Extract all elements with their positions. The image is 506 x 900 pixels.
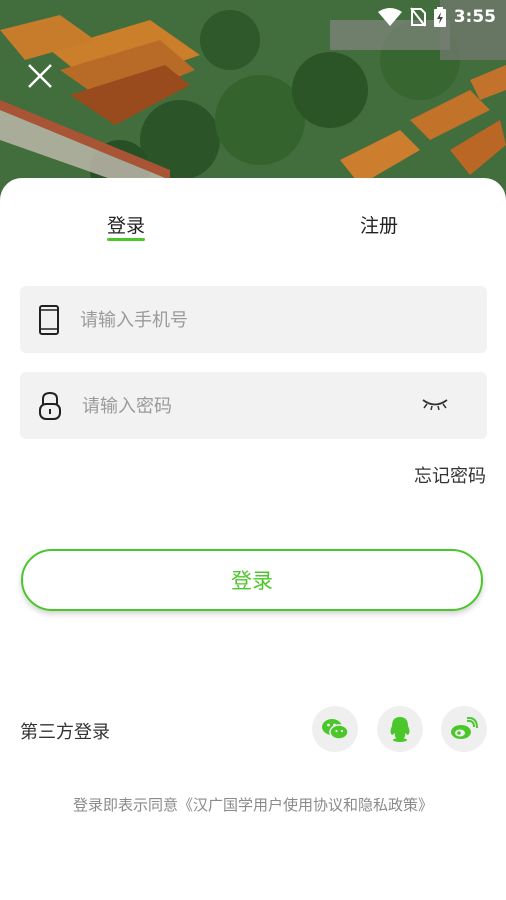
no-sim-icon: [410, 7, 426, 31]
wechat-icon: [322, 719, 349, 740]
active-tab-indicator: [107, 238, 145, 241]
agreement-text[interactable]: 登录即表示同意《汉广国学用户使用协议和隐私政策》: [0, 794, 506, 815]
status-time: 3:55: [453, 7, 496, 27]
tab-login[interactable]: 登录: [107, 211, 145, 238]
battery-charging-icon: [434, 7, 446, 31]
eye-closed-icon[interactable]: [421, 397, 449, 417]
login-button[interactable]: 登录: [21, 549, 483, 611]
status-icons: [378, 7, 446, 31]
weibo-login-button[interactable]: [441, 706, 487, 752]
close-button[interactable]: [26, 62, 54, 90]
weibo-icon: [451, 717, 478, 739]
login-sheet: 登录 注册 请输入手机号 忘记密码 登录 第三方登录 登录即表示同意《汉广国学用…: [0, 178, 506, 900]
wifi-icon: [378, 8, 402, 30]
lock-icon: [38, 391, 62, 425]
phone-field: [20, 286, 487, 355]
password-field: [20, 372, 487, 441]
phone-icon: [38, 305, 60, 339]
qq-login-button[interactable]: [377, 706, 423, 752]
third-party-login-label: 第三方登录: [20, 722, 110, 743]
phone-input[interactable]: [78, 286, 462, 355]
password-input[interactable]: [80, 372, 404, 441]
forgot-password-link[interactable]: 忘记密码: [414, 462, 486, 488]
wechat-login-button[interactable]: [312, 706, 358, 752]
qq-icon: [390, 717, 410, 742]
close-icon: [28, 64, 52, 88]
status-bar: 3:55: [0, 0, 506, 34]
tab-register[interactable]: 注册: [360, 211, 398, 238]
